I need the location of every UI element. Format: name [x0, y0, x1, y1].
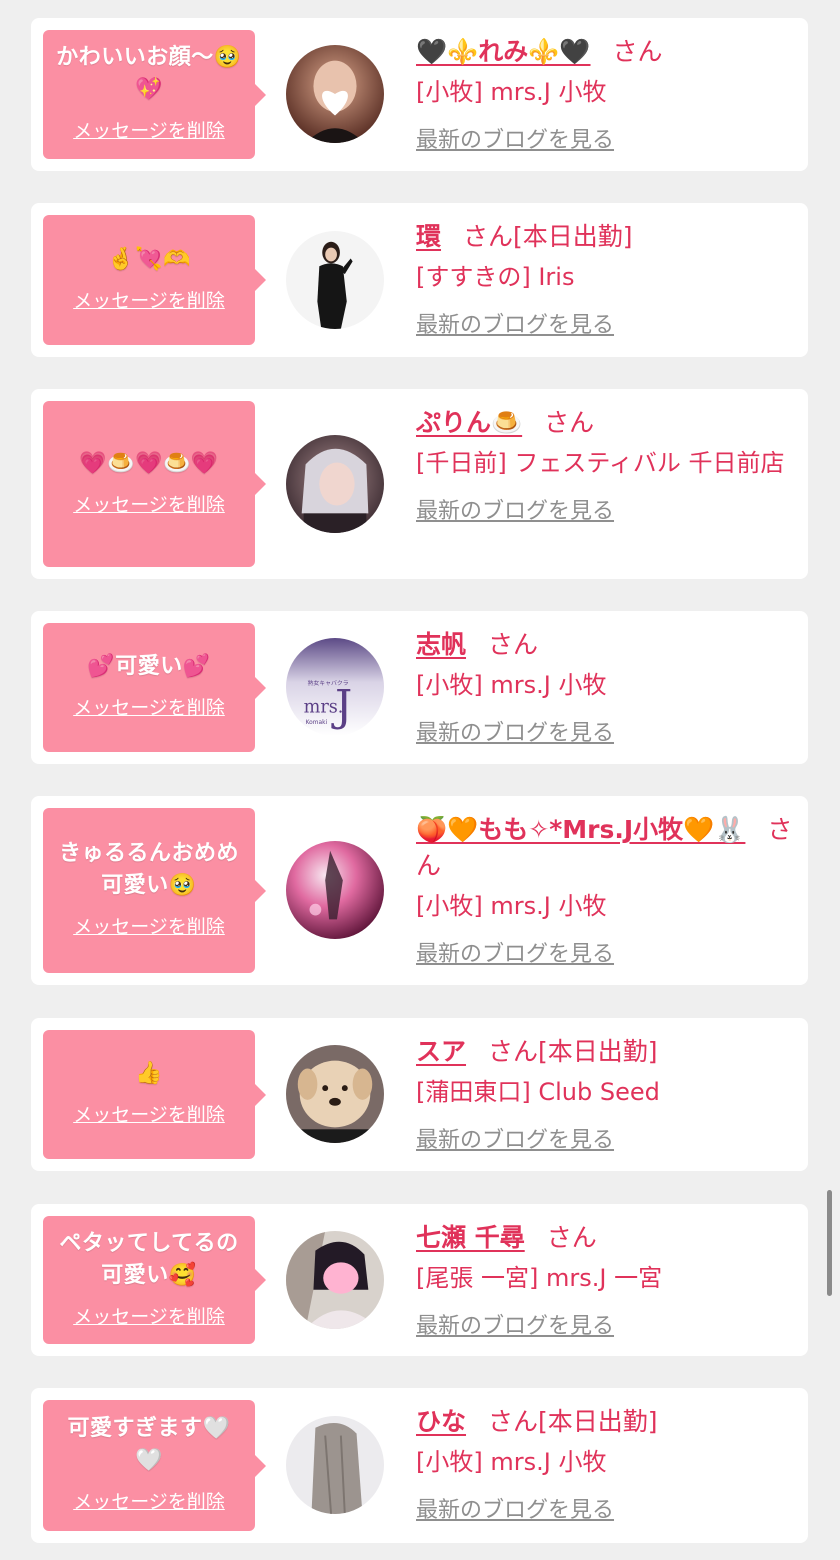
message-text: かわいいお顔〜🥹 💖 [56, 45, 242, 102]
latest-blog-link[interactable]: 最新のブログを見る [416, 1308, 614, 1340]
attendance-status: [本日出勤] [513, 222, 633, 251]
message-text: ペタッてしてるの 可愛い🥰 [59, 1230, 239, 1288]
shop-name: [小牧] mrs.J 小牧 [416, 78, 607, 106]
shop-name: [小牧] mrs.J 小牧 [416, 892, 607, 920]
cast-info: スア さん[本日出勤] [蒲田東口] Club Seed 最新のブログを見る [416, 1034, 794, 1154]
message-bubble: かわいいお顔〜🥹 💖 メッセージを削除 [43, 30, 266, 159]
honorific: さん [612, 37, 663, 66]
cast-info: 🖤⚜️れみ⚜️🖤 さん [小牧] mrs.J 小牧 最新のブログを見る [416, 34, 794, 154]
message-text: 💕可愛い💕 [87, 654, 211, 679]
attendance-status: [本日出勤] [538, 1407, 658, 1436]
cast-name-link[interactable]: 志帆 [416, 630, 466, 659]
shop-name: [小牧] mrs.J 小牧 [416, 1448, 607, 1476]
cast-name-link[interactable]: ぷりん🍮 [416, 408, 522, 437]
message-card: 可愛すぎます🤍 🤍 メッセージを削除 ひな さん[本日出勤] [小牧] mrs.J… [31, 1388, 808, 1543]
message-bubble: きゅるるんおめめ 可愛い🥹 メッセージを削除 [43, 808, 266, 973]
message-bubble: ペタッてしてるの 可愛い🥰 メッセージを削除 [43, 1216, 266, 1344]
scrollbar[interactable] [827, 1190, 832, 1296]
honorific: さん [488, 1037, 539, 1066]
latest-blog-link[interactable]: 最新のブログを見る [416, 1122, 614, 1154]
message-card: かわいいお顔〜🥹 💖 メッセージを削除 🖤⚜️れみ⚜️🖤 さん [小牧] mrs.… [31, 18, 808, 171]
cast-info: 環さん[本日出勤] [すすきの] Iris 最新のブログを見る [416, 219, 794, 339]
message-bubble: 🤞💘🫶 メッセージを削除 [43, 215, 266, 345]
message-bubble: 💕可愛い💕 メッセージを削除 [43, 623, 266, 752]
message-text: 👍 [135, 1061, 163, 1086]
latest-blog-link[interactable]: 最新のブログを見る [416, 715, 614, 747]
avatar[interactable] [286, 45, 384, 143]
cast-name-link[interactable]: ひな [416, 1407, 466, 1436]
message-card: 💕可愛い💕 メッセージを削除 熟女キャバクラ mrs. J Komaki 志帆さ… [31, 611, 808, 764]
honorific: さん [488, 1407, 539, 1436]
latest-blog-link[interactable]: 最新のブログを見る [416, 122, 614, 154]
cast-name-link[interactable]: スア [416, 1037, 466, 1066]
message-card: 🤞💘🫶 メッセージを削除 環さん[本日出勤] [すすきの] Iris 最新のブロ… [31, 203, 808, 357]
delete-message-link[interactable]: メッセージを削除 [73, 693, 225, 720]
cast-info: 七瀬 千尋 さん [尾張 一宮] mrs.J 一宮 最新のブログを見る [416, 1220, 794, 1340]
latest-blog-link[interactable]: 最新のブログを見る [416, 1492, 614, 1524]
delete-message-link[interactable]: メッセージを削除 [73, 490, 225, 517]
shop-name: [蒲田東口] Club Seed [416, 1078, 660, 1106]
message-bubble: 可愛すぎます🤍 🤍 メッセージを削除 [43, 1400, 266, 1531]
message-card: 👍 メッセージを削除 スア さん[本日出勤] [蒲田東口] Club Seed 最… [31, 1018, 808, 1171]
latest-blog-link[interactable]: 最新のブログを見る [416, 936, 614, 968]
attendance-status: [本日出勤] [538, 1037, 658, 1066]
logo-sub-text: Komaki [306, 720, 328, 726]
avatar[interactable] [286, 841, 384, 939]
avatar[interactable]: 熟女キャバクラ mrs. J Komaki [286, 638, 384, 736]
message-text: 可愛すぎます🤍 🤍 [67, 1416, 231, 1473]
cast-name-link[interactable]: 環 [416, 222, 441, 251]
cast-info: ぷりん🍮 さん [千日前] フェスティバル 千日前店 最新のブログを見る [416, 405, 794, 525]
delete-message-link[interactable]: メッセージを削除 [73, 1487, 225, 1514]
shop-name: [小牧] mrs.J 小牧 [416, 671, 607, 699]
cast-name-link[interactable]: 🖤⚜️れみ⚜️🖤 [416, 37, 591, 66]
avatar[interactable] [286, 1416, 384, 1514]
latest-blog-link[interactable]: 最新のブログを見る [416, 307, 614, 339]
message-text: きゅるるんおめめ 可愛い🥹 [58, 841, 239, 898]
avatar[interactable] [286, 1045, 384, 1143]
cast-name-link[interactable]: 🍑🧡もも✧*Mrs.J小牧🧡🐰 [416, 815, 745, 844]
cast-info: 🍑🧡もも✧*Mrs.J小牧🧡🐰 さん [小牧] mrs.J 小牧 最新のブログを見… [416, 812, 794, 968]
honorific: さん [488, 630, 539, 659]
honorific: さん [546, 1223, 597, 1252]
cast-info: 志帆 さん [小牧] mrs.J 小牧 最新のブログを見る [416, 627, 794, 747]
honorific: さん [463, 222, 514, 251]
logo-letter: J [331, 681, 352, 731]
delete-message-link[interactable]: メッセージを削除 [73, 1302, 225, 1329]
delete-message-link[interactable]: メッセージを削除 [73, 286, 225, 313]
message-card: 💗🍮💗🍮💗 メッセージを削除 ぷりん🍮 さん [千日前] フェスティバル 千日前店… [31, 389, 808, 579]
cast-info: ひな さん[本日出勤] [小牧] mrs.J 小牧 最新のブログを見る [416, 1404, 794, 1524]
delete-message-link[interactable]: メッセージを削除 [73, 912, 225, 939]
shop-name: [すすきの] Iris [416, 263, 575, 291]
message-bubble: 💗🍮💗🍮💗 メッセージを削除 [43, 401, 266, 567]
cast-name-link[interactable]: 七瀬 千尋 [416, 1223, 525, 1252]
avatar[interactable] [286, 231, 384, 329]
honorific: さん [544, 408, 595, 437]
latest-blog-link[interactable]: 最新のブログを見る [416, 493, 614, 525]
message-text: 💗🍮💗🍮💗 [79, 450, 219, 476]
message-card: きゅるるんおめめ 可愛い🥹 メッセージを削除 🍑🧡もも✧*Mrs.J小牧🧡🐰 さん… [31, 796, 808, 985]
delete-message-link[interactable]: メッセージを削除 [73, 116, 225, 143]
shop-name: [尾張 一宮] mrs.J 一宮 [416, 1264, 663, 1292]
message-card: ペタッてしてるの 可愛い🥰 メッセージを削除 七瀬 千尋 さん [尾張 一宮] m… [31, 1204, 808, 1356]
avatar[interactable] [286, 435, 384, 533]
delete-message-link[interactable]: メッセージを削除 [73, 1100, 225, 1127]
message-text: 🤞💘🫶 [107, 246, 191, 272]
message-bubble: 👍 メッセージを削除 [43, 1030, 266, 1159]
shop-name: [千日前] フェスティバル 千日前店 [416, 449, 785, 477]
avatar[interactable] [286, 1231, 384, 1329]
